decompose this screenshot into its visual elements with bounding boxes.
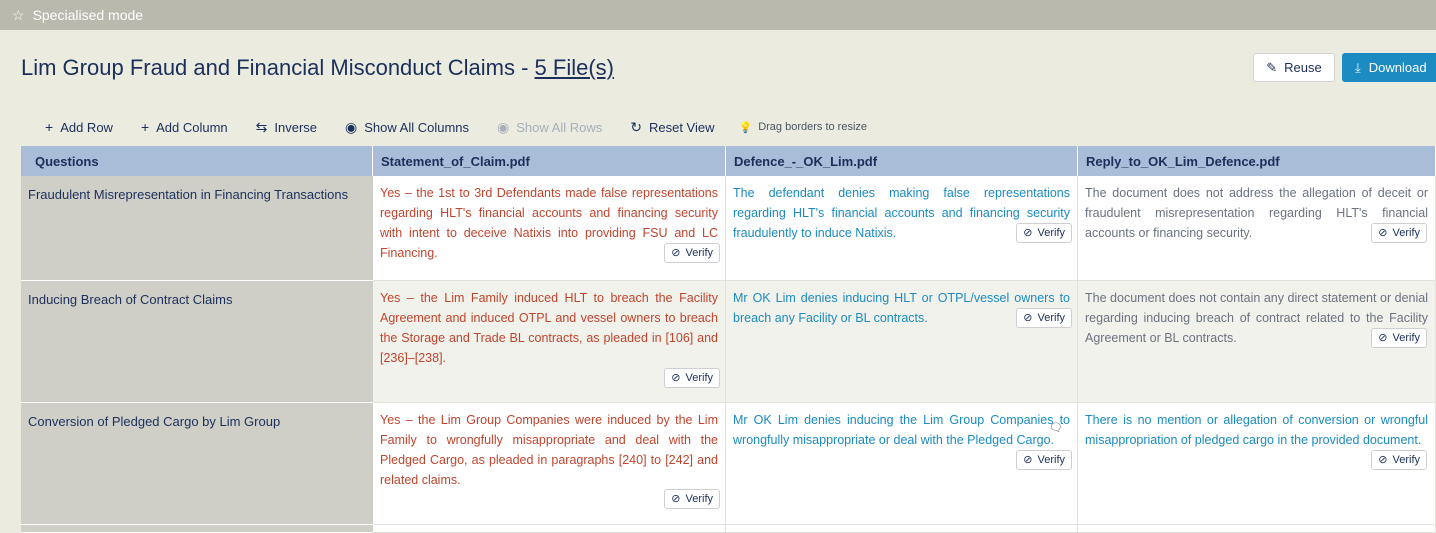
reuse-button[interactable]: ✎ Reuse (1253, 53, 1335, 82)
show-all-rows-label: Show All Rows (516, 119, 603, 135)
check-circle-icon: ⊘ (671, 493, 681, 505)
inverse-label: Inverse (274, 119, 318, 135)
show-all-columns-label: Show All Columns (364, 119, 470, 135)
column-header-questions[interactable]: Questions (21, 146, 373, 176)
answer-cell[interactable]: The document does not address the allega… (1078, 176, 1436, 281)
check-circle-icon: ⊘ (1023, 454, 1033, 466)
verify-label: Verify (685, 372, 713, 384)
show-all-columns-button[interactable]: ◉ Show All Columns (345, 119, 469, 136)
answer-cell[interactable]: There is no mention or allegation of con… (1078, 403, 1436, 525)
verify-label: Verify (685, 247, 713, 259)
verify-button[interactable]: ⊘ Verify (1016, 308, 1072, 328)
verify-label: Verify (685, 493, 713, 505)
table-row: Fraudulent Misrepresentation in Financin… (21, 176, 1436, 281)
download-icon: ⤓ (1355, 59, 1361, 75)
verify-label: Verify (1037, 227, 1065, 239)
mode-bar: ☆ Specialised mode (0, 0, 1436, 30)
check-circle-icon: ⊘ (1023, 312, 1033, 324)
plus-icon: + (45, 119, 54, 135)
swap-icon: ⇆ (255, 118, 268, 135)
add-column-button[interactable]: + Add Column (141, 119, 228, 135)
plus-icon: + (140, 119, 150, 135)
reset-view-button[interactable]: ↻ Reset View (630, 119, 714, 136)
check-circle-icon: ⊘ (671, 247, 681, 259)
verify-button[interactable]: ⊘ Verify (1371, 223, 1427, 243)
check-circle-icon: ⊘ (1023, 227, 1033, 239)
question-cell[interactable]: Inducing Breach of Contract Claims (21, 281, 373, 403)
pencil-icon: ✎ (1266, 59, 1278, 75)
verify-label: Verify (1037, 454, 1065, 466)
table-row (21, 525, 1436, 533)
download-label: Download (1368, 60, 1427, 75)
comment-icon[interactable]: 🗨 (1049, 421, 1063, 434)
verify-button[interactable]: ⊘ Verify (1016, 450, 1072, 470)
answer-cell[interactable]: Yes – the Lim Family induced HLT to brea… (373, 281, 726, 403)
add-row-button[interactable]: + Add Row (45, 119, 113, 135)
verify-label: Verify (1392, 227, 1420, 239)
add-row-label: Add Row (60, 119, 113, 135)
download-button[interactable]: ⤓ Download (1342, 53, 1436, 82)
verify-button[interactable]: ⊘ Verify (1371, 328, 1427, 348)
answer-cell[interactable]: The document does not contain any direct… (1078, 281, 1436, 403)
table-row: Inducing Breach of Contract Claims Yes –… (21, 281, 1436, 403)
answer-cell[interactable]: Mr OK Lim denies inducing the Lim Group … (726, 403, 1078, 525)
star-icon[interactable]: ☆ (12, 7, 25, 24)
verify-label: Verify (1037, 312, 1065, 324)
answer-cell[interactable]: Mr OK Lim denies inducing HLT or OTPL/ve… (726, 281, 1078, 403)
files-link[interactable]: 5 File(s) (535, 55, 614, 80)
add-column-label: Add Column (156, 119, 228, 135)
check-circle-icon: ⊘ (1378, 454, 1388, 466)
inverse-button[interactable]: ⇆ Inverse (256, 119, 317, 136)
question-cell[interactable]: Conversion of Pledged Cargo by Lim Group (21, 403, 373, 525)
answer-cell[interactable]: Yes – the Lim Group Companies were induc… (373, 403, 726, 525)
table-row: Conversion of Pledged Cargo by Lim Group… (21, 403, 1436, 525)
verify-button[interactable]: ⊘ Verify (664, 489, 720, 509)
question-cell[interactable]: Fraudulent Misrepresentation in Financin… (21, 176, 373, 281)
reset-icon: ↻ (630, 118, 642, 135)
page-title: Lim Group Fraud and Financial Misconduct… (21, 55, 614, 81)
check-circle-icon: ⊘ (1378, 332, 1388, 344)
eye-icon: ◉ (345, 118, 358, 135)
column-header-defence[interactable]: Defence_-_OK_Lim.pdf (726, 146, 1078, 176)
verify-label: Verify (1392, 332, 1420, 344)
claims-table: Questions Statement_of_Claim.pdf Defence… (21, 146, 1436, 533)
reuse-label: Reuse (1284, 60, 1322, 75)
verify-button[interactable]: ⊘ Verify (664, 368, 720, 388)
answer-text: Yes – the Lim Group Companies were induc… (380, 413, 718, 487)
answer-cell[interactable] (373, 525, 726, 533)
reset-view-label: Reset View (648, 119, 715, 135)
verify-button[interactable]: ⊘ Verify (1371, 450, 1427, 470)
answer-cell[interactable] (726, 525, 1078, 533)
page-title-text: Lim Group Fraud and Financial Misconduct… (21, 55, 535, 80)
answer-cell[interactable]: Yes – the 1st to 3rd Defendants made fal… (373, 176, 726, 281)
answer-text: Yes – the Lim Family induced HLT to brea… (380, 291, 718, 365)
column-header-reply[interactable]: Reply_to_OK_Lim_Defence.pdf (1078, 146, 1436, 176)
verify-button[interactable]: ⊘ Verify (664, 243, 720, 263)
answer-cell[interactable] (1078, 525, 1436, 533)
check-circle-icon: ⊘ (1378, 227, 1388, 239)
mode-label: Specialised mode (32, 7, 144, 23)
table-toolbar: + Add Row + Add Column ⇆ Inverse ◉ Show … (45, 118, 867, 136)
column-header-statement-of-claim[interactable]: Statement_of_Claim.pdf (373, 146, 726, 176)
check-circle-icon: ⊘ (671, 372, 681, 384)
resize-hint: 💡 Drag borders to resize (739, 121, 868, 134)
eye-icon: ◉ (497, 118, 510, 135)
verify-label: Verify (1392, 454, 1420, 466)
question-cell[interactable] (21, 525, 373, 533)
answer-text: Mr OK Lim denies inducing the Lim Group … (733, 413, 1070, 447)
lightbulb-icon: 💡 (738, 121, 753, 134)
verify-button[interactable]: ⊘ Verify (1016, 223, 1072, 243)
resize-hint-text: Drag borders to resize (758, 121, 868, 133)
show-all-rows-button[interactable]: ◉ Show All Rows (497, 119, 602, 136)
answer-cell[interactable]: The defendant denies making false repres… (726, 176, 1078, 281)
answer-text: There is no mention or allegation of con… (1085, 413, 1428, 447)
